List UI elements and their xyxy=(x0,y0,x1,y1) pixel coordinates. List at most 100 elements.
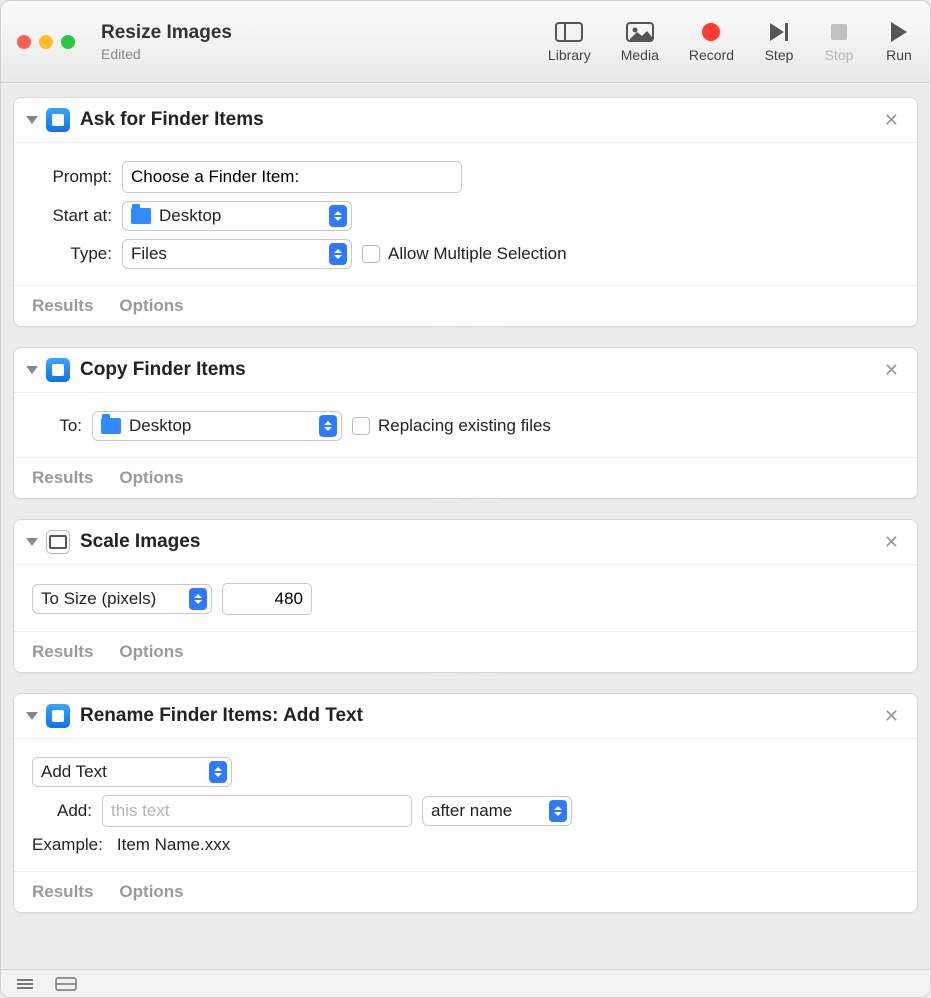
action-footer: Results Options xyxy=(14,285,917,326)
action-header[interactable]: Ask for Finder Items ✕ xyxy=(14,98,917,143)
disclosure-triangle-icon[interactable] xyxy=(26,116,38,124)
folder-icon xyxy=(101,418,121,434)
step-button[interactable]: Step xyxy=(764,21,794,63)
automator-window: Resize Images Edited Library Media Recor… xyxy=(0,0,931,998)
chevron-updown-icon xyxy=(329,243,347,265)
run-button[interactable]: Run xyxy=(884,21,914,63)
finder-icon xyxy=(46,358,70,382)
options-link[interactable]: Options xyxy=(119,468,183,488)
options-link[interactable]: Options xyxy=(119,642,183,662)
minimize-window-button[interactable] xyxy=(39,35,53,49)
action-header[interactable]: Scale Images ✕ xyxy=(14,520,917,565)
connector xyxy=(436,673,496,693)
action-copy-finder-items: Copy Finder Items ✕ To: Desktop Replacin… xyxy=(13,347,918,499)
titlebar: Resize Images Edited Library Media Recor… xyxy=(1,1,930,83)
window-subtitle: Edited xyxy=(101,46,232,62)
workflow-area[interactable]: Ask for Finder Items ✕ Prompt: Start at:… xyxy=(1,83,930,969)
type-label: Type: xyxy=(32,244,112,264)
rename-op-popup[interactable]: Add Text xyxy=(32,757,232,787)
checkbox-box-icon xyxy=(362,245,380,263)
chevron-updown-icon xyxy=(209,761,227,783)
prompt-input[interactable] xyxy=(122,161,462,193)
to-popup[interactable]: Desktop xyxy=(92,411,342,441)
scale-mode-popup[interactable]: To Size (pixels) xyxy=(32,584,212,614)
results-link[interactable]: Results xyxy=(32,296,93,316)
library-label: Library xyxy=(548,47,591,63)
connector xyxy=(436,327,496,347)
results-link[interactable]: Results xyxy=(32,882,93,902)
media-icon xyxy=(625,21,655,43)
type-popup[interactable]: Files xyxy=(122,239,352,269)
traffic-lights xyxy=(17,35,75,49)
library-button[interactable]: Library xyxy=(548,21,591,63)
record-icon xyxy=(696,21,726,43)
results-link[interactable]: Results xyxy=(32,468,93,488)
options-link[interactable]: Options xyxy=(119,296,183,316)
record-button[interactable]: Record xyxy=(689,21,734,63)
action-ask-for-finder-items: Ask for Finder Items ✕ Prompt: Start at:… xyxy=(13,97,918,327)
start-at-popup[interactable]: Desktop xyxy=(122,201,352,231)
prompt-label: Prompt: xyxy=(32,167,112,187)
finder-icon xyxy=(46,108,70,132)
remove-action-button[interactable]: ✕ xyxy=(880,110,903,131)
toolbar: Library Media Record Step Stop xyxy=(548,21,914,63)
rename-op-value: Add Text xyxy=(41,762,195,782)
start-at-value: Desktop xyxy=(159,206,315,226)
zoom-window-button[interactable] xyxy=(61,35,75,49)
add-label: Add: xyxy=(32,801,92,821)
scale-size-input[interactable] xyxy=(222,583,312,615)
action-header[interactable]: Copy Finder Items ✕ xyxy=(14,348,917,393)
step-icon xyxy=(764,21,794,43)
action-body: Prompt: Start at: Desktop Type: Files xyxy=(14,143,917,285)
checkbox-box-icon xyxy=(352,417,370,435)
replace-checkbox[interactable]: Replacing existing files xyxy=(352,416,551,436)
run-label: Run xyxy=(886,47,912,63)
action-header[interactable]: Rename Finder Items: Add Text ✕ xyxy=(14,694,917,739)
remove-action-button[interactable]: ✕ xyxy=(880,706,903,727)
action-title: Copy Finder Items xyxy=(80,359,870,381)
record-label: Record xyxy=(689,47,734,63)
to-value: Desktop xyxy=(129,416,305,436)
folder-icon xyxy=(131,208,151,224)
close-window-button[interactable] xyxy=(17,35,31,49)
chevron-updown-icon xyxy=(549,800,567,822)
action-scale-images: Scale Images ✕ To Size (pixels) Results … xyxy=(13,519,918,673)
status-bar xyxy=(1,969,930,997)
title-area: Resize Images Edited xyxy=(101,22,232,62)
stop-button[interactable]: Stop xyxy=(824,21,854,63)
connector xyxy=(436,499,496,519)
chevron-updown-icon xyxy=(189,588,207,610)
add-text-input[interactable] xyxy=(102,795,412,827)
chevron-updown-icon xyxy=(329,205,347,227)
variables-view-button[interactable] xyxy=(55,977,77,991)
window-title: Resize Images xyxy=(101,22,232,44)
stop-icon xyxy=(824,21,854,43)
to-label: To: xyxy=(32,416,82,436)
preview-icon xyxy=(46,530,70,554)
options-link[interactable]: Options xyxy=(119,882,183,902)
action-title: Scale Images xyxy=(80,531,870,553)
example-label: Example: xyxy=(32,835,103,855)
disclosure-triangle-icon[interactable] xyxy=(26,712,38,720)
sidebar-icon xyxy=(554,21,584,43)
results-link[interactable]: Results xyxy=(32,642,93,662)
remove-action-button[interactable]: ✕ xyxy=(880,360,903,381)
media-label: Media xyxy=(621,47,659,63)
media-button[interactable]: Media xyxy=(621,21,659,63)
allow-multiple-checkbox[interactable]: Allow Multiple Selection xyxy=(362,244,567,264)
run-icon xyxy=(884,21,914,43)
stop-label: Stop xyxy=(825,47,854,63)
scale-mode-value: To Size (pixels) xyxy=(41,589,175,609)
chevron-updown-icon xyxy=(319,415,337,437)
disclosure-triangle-icon[interactable] xyxy=(26,366,38,374)
allow-multiple-label: Allow Multiple Selection xyxy=(388,244,567,264)
position-value: after name xyxy=(431,801,535,821)
position-popup[interactable]: after name xyxy=(422,796,572,826)
finder-icon xyxy=(46,704,70,728)
start-at-label: Start at: xyxy=(32,206,112,226)
disclosure-triangle-icon[interactable] xyxy=(26,538,38,546)
example-value: Item Name.xxx xyxy=(117,835,230,855)
replace-label: Replacing existing files xyxy=(378,416,551,436)
remove-action-button[interactable]: ✕ xyxy=(880,532,903,553)
log-view-button[interactable] xyxy=(15,977,35,991)
